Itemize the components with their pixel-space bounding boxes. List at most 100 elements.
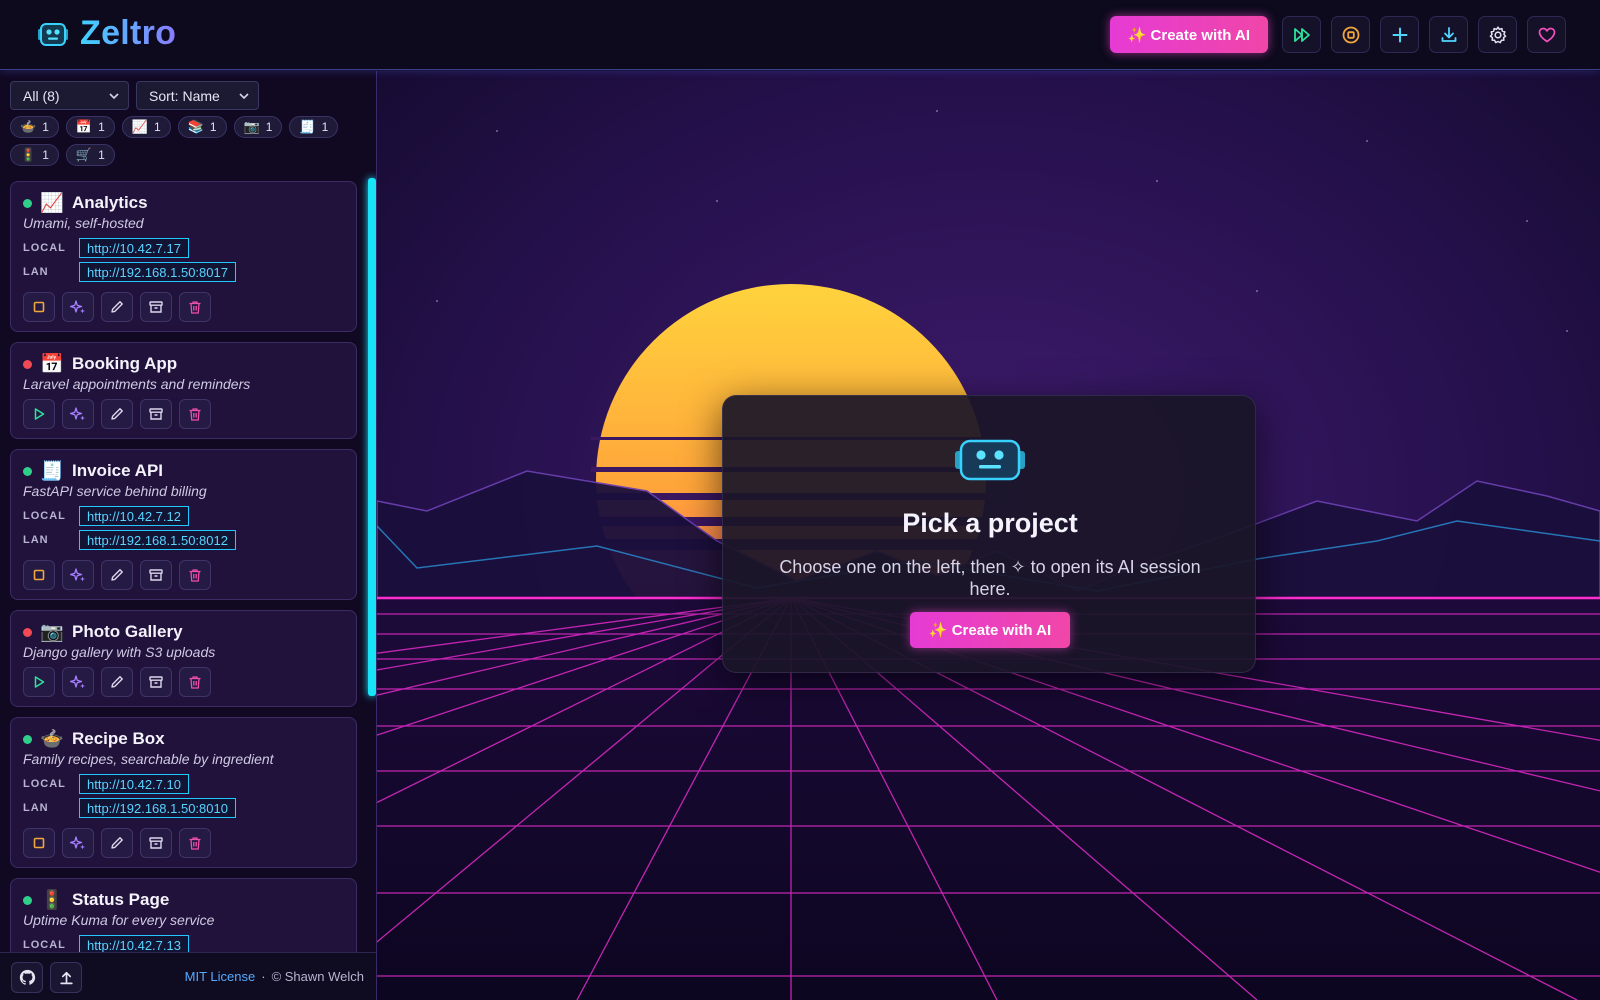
- archive-button[interactable]: [140, 560, 172, 590]
- project-description: Family recipes, searchable by ingredient: [23, 751, 274, 767]
- project-card-header: 🧾 Invoice API: [23, 459, 163, 483]
- local-url-link[interactable]: http://10.42.7.12: [79, 506, 189, 526]
- delete-button[interactable]: [179, 292, 211, 322]
- archive-button[interactable]: [140, 667, 172, 697]
- start-all-button[interactable]: [1282, 16, 1321, 53]
- category-chip-calendar[interactable]: 📅 1: [65, 116, 115, 138]
- ai-session-button[interactable]: [62, 828, 94, 858]
- category-chip-cart[interactable]: 🛒 1: [65, 144, 115, 166]
- stop-all-button[interactable]: [1331, 16, 1370, 53]
- delete-button[interactable]: [179, 667, 211, 697]
- edit-button[interactable]: [101, 399, 133, 429]
- project-actions: [23, 560, 211, 590]
- local-url-link[interactable]: http://10.42.7.10: [79, 774, 189, 794]
- play-icon: [34, 408, 45, 420]
- category-filter-select[interactable]: All (8): [10, 81, 129, 110]
- lan-url-link[interactable]: http://192.168.1.50:8017: [79, 262, 236, 282]
- project-card-booking-app[interactable]: 📅 Booking App Laravel appointments and r…: [10, 342, 357, 439]
- category-chip-books[interactable]: 📚 1: [177, 116, 227, 138]
- create-with-ai-button[interactable]: ✨ Create with AI: [910, 612, 1070, 648]
- project-card-invoice-api[interactable]: 🧾 Invoice API FastAPI service behind bil…: [10, 449, 357, 600]
- delete-button[interactable]: [179, 828, 211, 858]
- local-label: LOCAL: [23, 778, 66, 790]
- status-dot-running: [23, 198, 32, 208]
- project-title: Invoice API: [72, 461, 164, 480]
- create-with-ai-button[interactable]: ✨ Create with AI: [1109, 16, 1268, 53]
- stop-square-icon: [33, 569, 45, 581]
- category-chip-traffic-light[interactable]: 🚦 1: [10, 144, 59, 166]
- settings-button[interactable]: [1478, 16, 1517, 53]
- category-chip-recipes[interactable]: 🍲 1: [10, 116, 59, 138]
- local-url-row: LOCAL http://10.42.7.13: [23, 935, 189, 952]
- lan-url-row: LAN http://192.168.1.50:8012: [23, 530, 236, 550]
- ai-session-button[interactable]: [62, 399, 94, 429]
- edit-button[interactable]: [101, 828, 133, 858]
- project-title: Photo Gallery: [72, 622, 183, 641]
- stop-button[interactable]: [23, 560, 55, 590]
- start-button[interactable]: [23, 667, 55, 697]
- project-actions: [23, 399, 211, 429]
- category-chip-analytics[interactable]: 📈 1: [121, 116, 171, 138]
- stop-square-icon: [33, 301, 45, 313]
- sponsor-button[interactable]: [1527, 16, 1566, 53]
- local-url-row: LOCAL http://10.42.7.10: [23, 774, 189, 794]
- ai-session-button[interactable]: [62, 292, 94, 322]
- project-card-photo-gallery[interactable]: 📷 Photo Gallery Django gallery with S3 u…: [10, 610, 357, 707]
- fast-forward-icon: [1293, 27, 1310, 42]
- project-actions: [23, 667, 211, 697]
- ai-session-button[interactable]: [62, 667, 94, 697]
- category-chip-receipt[interactable]: 🧾 1: [289, 116, 339, 138]
- edit-button[interactable]: [101, 667, 133, 697]
- local-url-link[interactable]: http://10.42.7.13: [79, 935, 189, 952]
- delete-button[interactable]: [179, 560, 211, 590]
- local-url-row: LOCAL http://10.42.7.12: [23, 506, 189, 526]
- stop-button[interactable]: [23, 828, 55, 858]
- pencil-icon: [111, 569, 123, 581]
- lan-url-link[interactable]: http://192.168.1.50:8010: [79, 798, 236, 818]
- delete-button[interactable]: [179, 399, 211, 429]
- trash-icon: [189, 569, 201, 582]
- stop-button[interactable]: [23, 292, 55, 322]
- local-url-row: LOCAL http://10.42.7.17: [23, 238, 189, 258]
- license-link[interactable]: MIT License: [185, 969, 256, 984]
- add-project-button[interactable]: [1380, 16, 1419, 53]
- chip-count: 1: [42, 148, 49, 162]
- start-button[interactable]: [23, 399, 55, 429]
- sidebar-scrollbar[interactable]: [368, 178, 376, 696]
- edit-button[interactable]: [101, 560, 133, 590]
- project-sidebar: All (8) Sort: Name 🍲 1 📅 1 📈 1 📚 1 📷 1 🧾 1 🚦 1 …: [0, 71, 377, 952]
- project-emoji: 📷: [40, 622, 64, 643]
- project-card-analytics[interactable]: 📈 Analytics Umami, self-hosted LOCAL htt…: [10, 181, 357, 332]
- upload-button[interactable]: [50, 962, 82, 993]
- heart-icon: [1538, 27, 1555, 42]
- edit-button[interactable]: [101, 292, 133, 322]
- copyright-text: © Shawn Welch: [271, 969, 364, 984]
- sparkle-icon: [70, 407, 85, 421]
- archive-button[interactable]: [140, 399, 172, 429]
- sort-select[interactable]: Sort: Name: [136, 81, 259, 110]
- category-chip-camera[interactable]: 📷 1: [233, 116, 283, 138]
- category-filter-value: All (8): [23, 87, 60, 104]
- project-card-status-page[interactable]: 🚦 Status Page Uptime Kuma for every serv…: [10, 878, 357, 952]
- trash-icon: [189, 676, 201, 689]
- import-button[interactable]: [1429, 16, 1468, 53]
- local-label: LOCAL: [23, 510, 66, 522]
- download-icon: [1441, 26, 1456, 42]
- pick-project-panel: Pick a project Choose one on the left, t…: [722, 395, 1256, 673]
- footer-separator: ·: [261, 969, 266, 984]
- archive-button[interactable]: [140, 292, 172, 322]
- local-url-link[interactable]: http://10.42.7.17: [79, 238, 189, 258]
- archive-button[interactable]: [140, 828, 172, 858]
- github-button[interactable]: [11, 962, 43, 993]
- status-dot-running: [23, 466, 32, 476]
- project-emoji: 🚦: [40, 890, 64, 911]
- lan-url-link[interactable]: http://192.168.1.50:8012: [79, 530, 236, 550]
- chip-emoji: 🧾: [299, 119, 316, 134]
- app-name: Zeltro: [80, 14, 177, 52]
- project-emoji: 📅: [40, 354, 64, 375]
- project-card-recipe-box[interactable]: 🍲 Recipe Box Family recipes, searchable …: [10, 717, 357, 868]
- chip-count: 1: [98, 120, 105, 134]
- chip-count: 1: [209, 120, 217, 134]
- pencil-icon: [111, 837, 123, 849]
- ai-session-button[interactable]: [62, 560, 94, 590]
